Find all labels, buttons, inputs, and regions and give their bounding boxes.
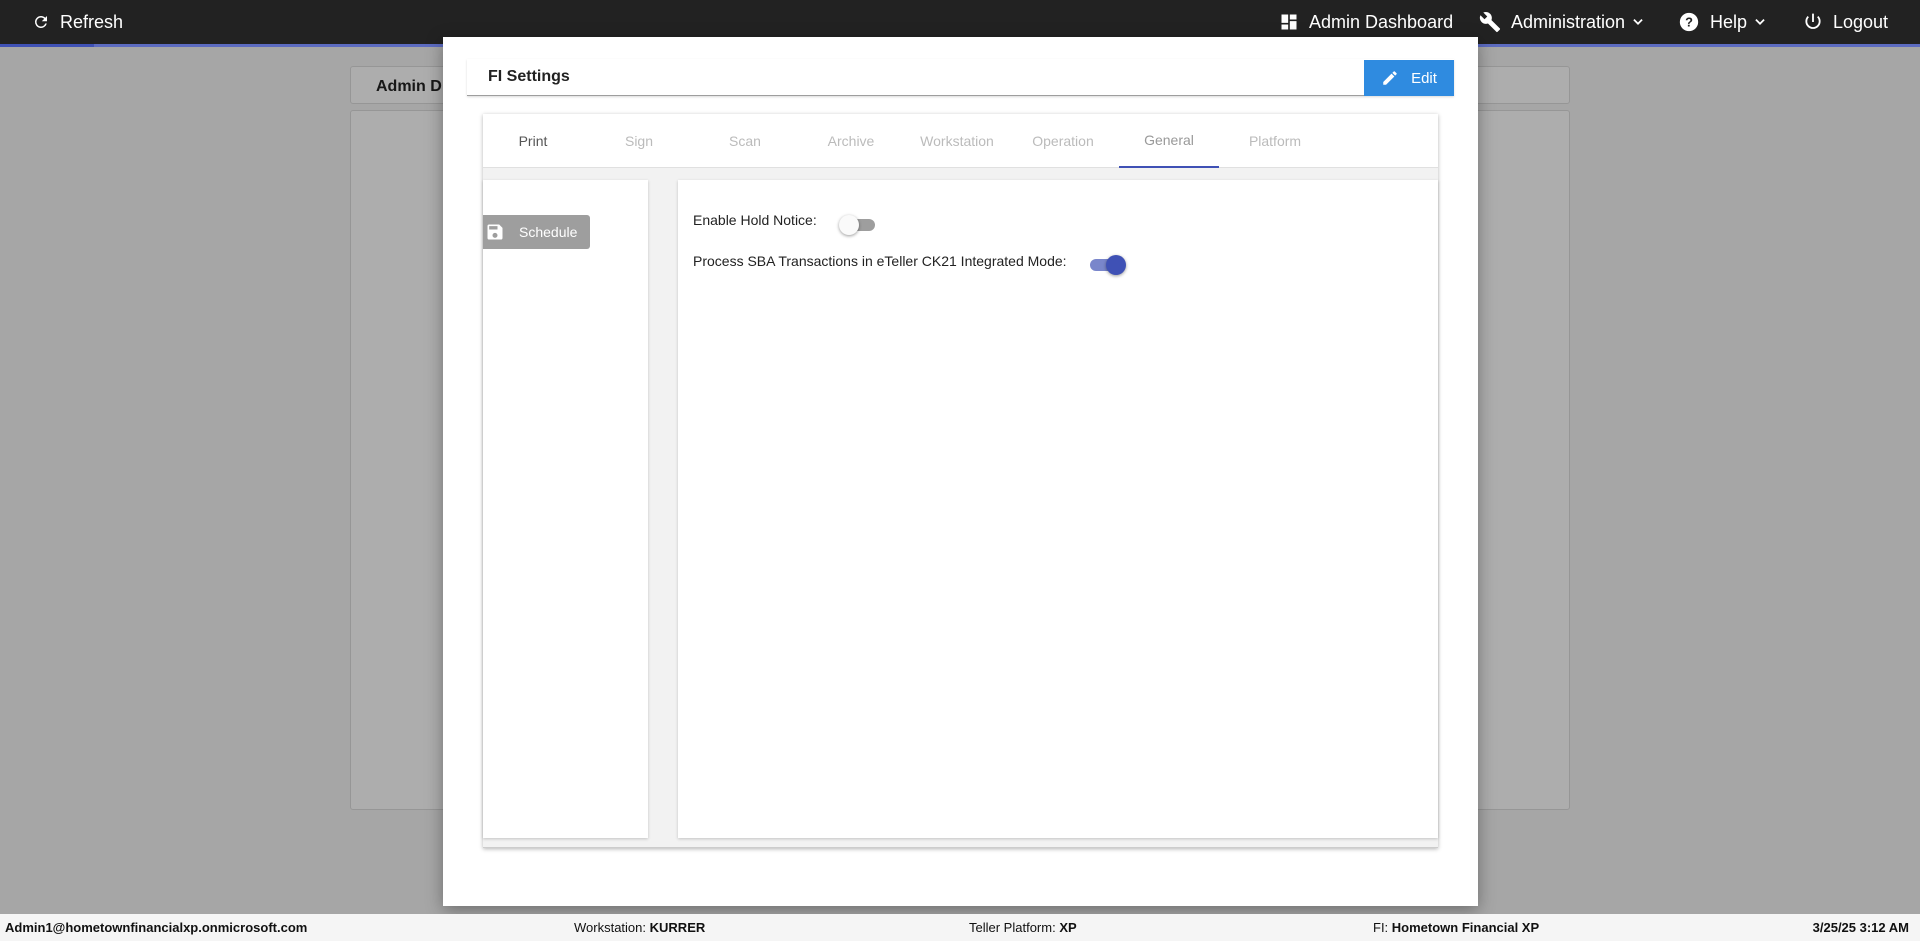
enable-hold-notice-label: Enable Hold Notice:	[693, 212, 817, 228]
status-datetime: 3/25/25 3:12 AM	[1813, 920, 1909, 935]
svg-text:?: ?	[1685, 15, 1693, 30]
workstation-value: KURRER	[649, 920, 706, 935]
edit-button[interactable]: Edit	[1364, 60, 1454, 96]
enable-hold-notice-toggle[interactable]	[839, 215, 877, 235]
status-bar: Admin1@hometownfinancialxp.onmicrosoft.c…	[0, 914, 1920, 941]
tab-general[interactable]: General	[1119, 114, 1219, 168]
tab-operation[interactable]: Operation	[1013, 114, 1113, 168]
process-sba-toggle[interactable]	[1088, 255, 1126, 275]
user-email: Admin1@hometownfinancialxp.onmicrosoft.c…	[5, 920, 308, 935]
administration-menu[interactable]: Administration	[1479, 0, 1645, 44]
administration-label: Administration	[1511, 11, 1626, 32]
logout-label: Logout	[1833, 11, 1889, 32]
schedule-label: Schedule	[519, 224, 578, 240]
chevron-down-icon	[1633, 19, 1643, 25]
wrench-icon	[1479, 12, 1501, 33]
tab-workstation[interactable]: Workstation	[907, 114, 1007, 168]
fi-settings-dialog: FI Settings Edit Print Sign Scan Archive…	[443, 37, 1478, 906]
status-fi: FI: Hometown Financial XP	[1373, 920, 1539, 935]
power-icon	[1805, 13, 1821, 29]
fi-label: FI:	[1373, 920, 1389, 935]
help-label: Help	[1710, 11, 1748, 32]
platform-label: Teller Platform:	[969, 920, 1056, 935]
refresh-icon	[34, 15, 47, 28]
fi-value: Hometown Financial XP	[1391, 920, 1540, 935]
workstation-label: Workstation:	[574, 920, 647, 935]
logout-button[interactable]: Logout	[1803, 0, 1888, 44]
general-settings-content: Enable Hold Notice: Process SBA Transact…	[678, 180, 1438, 838]
refresh-button[interactable]: Refresh	[32, 0, 123, 44]
chevron-down-icon	[1755, 19, 1765, 25]
help-menu[interactable]: ? Help	[1678, 0, 1767, 44]
dialog-title: FI Settings	[488, 68, 570, 85]
status-workstation: Workstation: KURRER	[574, 920, 705, 935]
save-icon	[487, 224, 503, 240]
side-actions-column: Schedule	[483, 180, 648, 838]
platform-value: XP	[1059, 920, 1077, 935]
tab-platform[interactable]: Platform	[1225, 114, 1325, 168]
tab-sign[interactable]: Sign	[589, 114, 689, 168]
process-sba-label: Process SBA Transactions in eTeller CK21…	[693, 253, 1067, 269]
dialog-header: FI Settings Edit	[467, 59, 1454, 96]
settings-tabs: Print Sign Scan Archive Workstation Oper…	[483, 114, 1438, 168]
tab-archive[interactable]: Archive	[801, 114, 901, 168]
tab-scan[interactable]: Scan	[695, 114, 795, 168]
edit-label: Edit	[1411, 69, 1437, 87]
schedule-button[interactable]: Schedule	[483, 215, 590, 249]
status-user: Admin1@hometownfinancialxp.onmicrosoft.c…	[5, 920, 307, 935]
tab-print[interactable]: Print	[483, 114, 583, 168]
help-icon: ?	[1679, 12, 1699, 32]
status-platform: Teller Platform: XP	[969, 920, 1077, 935]
refresh-label: Refresh	[60, 11, 124, 32]
pencil-icon	[1383, 71, 1397, 85]
datetime-value: 3/25/25 3:12 AM	[1812, 920, 1909, 935]
admin-dashboard-label: Admin Dashboard	[1309, 11, 1454, 32]
dashboard-icon	[1281, 14, 1297, 30]
settings-panel: Print Sign Scan Archive Workstation Oper…	[483, 114, 1438, 848]
